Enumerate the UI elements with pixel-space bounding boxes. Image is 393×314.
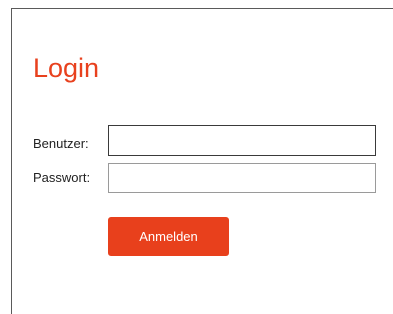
login-button[interactable]: Anmelden (108, 217, 229, 256)
username-input[interactable] (108, 125, 376, 156)
password-label: Passwort: (33, 170, 91, 185)
password-input[interactable] (108, 163, 376, 193)
page-title: Login (33, 53, 100, 83)
username-label: Benutzer: (33, 136, 89, 151)
